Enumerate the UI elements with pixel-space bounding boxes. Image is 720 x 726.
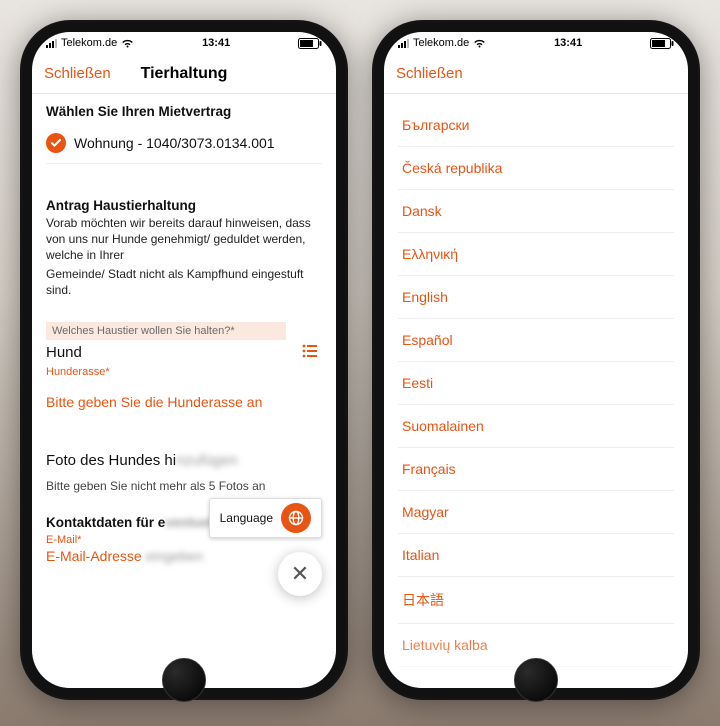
- language-item[interactable]: Ελληνική: [398, 233, 674, 276]
- language-item[interactable]: English: [398, 276, 674, 319]
- language-popup[interactable]: Language: [209, 498, 322, 538]
- pet-field: Welches Haustier wollen Sie halten?* Hun…: [46, 322, 322, 378]
- nav-bar: Schließen: [384, 54, 688, 94]
- battery-icon: [650, 38, 674, 49]
- signal-icon: [46, 39, 57, 48]
- content-area: БългарскиČeská republikaDanskΕλληνικήEng…: [384, 94, 688, 688]
- signal-icon: [398, 39, 409, 48]
- status-bar: Telekom.de 13:41: [32, 32, 336, 54]
- language-item[interactable]: Italian: [398, 534, 674, 577]
- nav-bar: Schließen Tierhaltung: [32, 54, 336, 94]
- select-contract-heading: Wählen Sie Ihren Mietvertrag: [46, 104, 322, 119]
- close-fab-button[interactable]: ✕: [278, 552, 322, 596]
- status-bar: Telekom.de 13:41: [384, 32, 688, 54]
- home-button[interactable]: [162, 658, 206, 702]
- pet-field-label: Welches Haustier wollen Sie halten?*: [46, 322, 286, 340]
- status-time: 13:41: [554, 37, 582, 49]
- language-item[interactable]: Français: [398, 448, 674, 491]
- application-text-1: Vorab möchten wir bereits darauf hinweis…: [46, 215, 322, 264]
- phone-mockup-right: Telekom.de 13:41 Schließen БългарскиČesk…: [372, 20, 700, 700]
- list-icon[interactable]: [302, 344, 322, 362]
- language-item[interactable]: Suomalainen: [398, 405, 674, 448]
- screen-right: Telekom.de 13:41 Schließen БългарскиČesk…: [384, 32, 688, 688]
- language-item[interactable]: Česká republika: [398, 147, 674, 190]
- wifi-icon: [121, 39, 134, 48]
- pet-field-value[interactable]: Hund: [46, 344, 82, 361]
- carrier-label: Telekom.de: [413, 37, 469, 49]
- status-time: 13:41: [202, 37, 230, 49]
- breed-required-label: Hunderasse*: [46, 366, 322, 378]
- battery-icon: [298, 38, 322, 49]
- close-icon: ✕: [291, 561, 309, 587]
- photo-section-title: Foto des Hundes hinzufügen: [46, 452, 322, 469]
- home-button[interactable]: [514, 658, 558, 702]
- language-item[interactable]: Dansk: [398, 190, 674, 233]
- screen-left: Telekom.de 13:41 Schließen Tierhaltung W…: [32, 32, 336, 688]
- language-item[interactable]: Magyar: [398, 491, 674, 534]
- contract-label: Wohnung - 1040/3073.0134.001: [74, 135, 275, 151]
- language-item[interactable]: 日本語: [398, 577, 674, 624]
- content-area: Wählen Sie Ihren Mietvertrag Wohnung - 1…: [32, 94, 336, 688]
- contract-row[interactable]: Wohnung - 1040/3073.0134.001: [46, 127, 322, 164]
- application-text-2: Gemeinde/ Stadt nicht als Kampfhund eing…: [46, 266, 322, 298]
- language-item[interactable]: Eesti: [398, 362, 674, 405]
- language-list: БългарскиČeská republikaDanskΕλληνικήEng…: [398, 104, 674, 667]
- check-icon: [46, 133, 66, 153]
- globe-icon[interactable]: [281, 503, 311, 533]
- language-label: Language: [220, 511, 273, 525]
- application-heading: Antrag Haustierhaltung: [46, 198, 322, 213]
- wifi-icon: [473, 39, 486, 48]
- phone-mockup-left: Telekom.de 13:41 Schließen Tierhaltung W…: [20, 20, 348, 700]
- close-button[interactable]: Schließen: [396, 65, 463, 82]
- breed-error-text: Bitte geben Sie die Hunderasse an: [46, 394, 322, 410]
- language-item[interactable]: Български: [398, 104, 674, 147]
- photo-hint: Bitte geben Sie nicht mehr als 5 Fotos a…: [46, 479, 322, 493]
- language-item[interactable]: Español: [398, 319, 674, 362]
- carrier-label: Telekom.de: [61, 37, 117, 49]
- close-button[interactable]: Schließen: [44, 65, 111, 82]
